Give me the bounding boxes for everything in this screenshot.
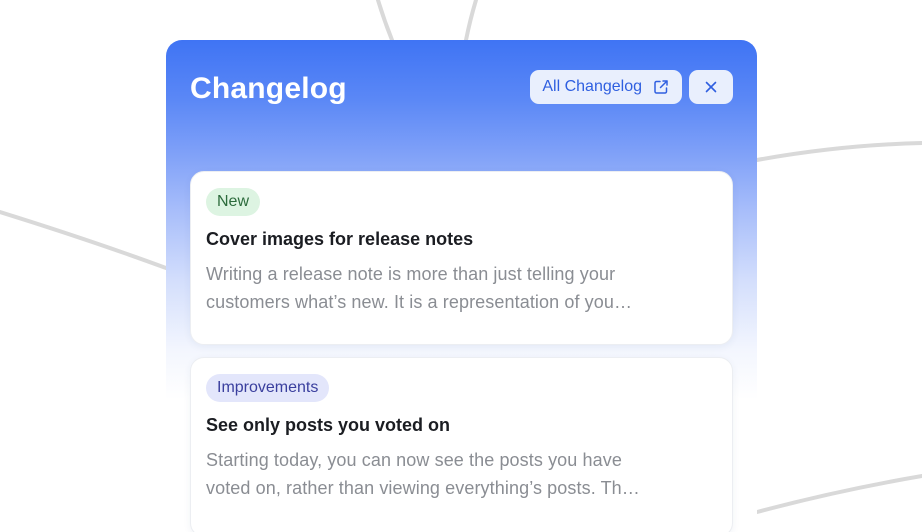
entry-description: Starting today, you can now see the post… bbox=[206, 446, 716, 502]
changelog-entry[interactable]: Improvements See only posts you voted on… bbox=[190, 357, 733, 532]
external-link-icon bbox=[652, 78, 670, 96]
all-changelog-button[interactable]: All Changelog bbox=[530, 70, 682, 104]
header-actions: All Changelog bbox=[530, 70, 733, 104]
entry-title: See only posts you voted on bbox=[206, 415, 451, 435]
panel-header: Changelog All Changelog bbox=[166, 40, 757, 140]
entry-description-line: Starting today, you can now see the post… bbox=[206, 450, 622, 470]
status-badge: Improvements bbox=[206, 374, 330, 402]
entry-description: Writing a release note is more than just… bbox=[206, 260, 716, 316]
close-icon bbox=[703, 79, 719, 95]
status-badge: New bbox=[206, 188, 261, 216]
panel-title: Changelog bbox=[190, 72, 347, 105]
close-button[interactable] bbox=[689, 70, 733, 104]
entry-title: Cover images for release notes bbox=[206, 229, 474, 249]
changelog-panel: Changelog All Changelog New Cover images… bbox=[166, 40, 757, 532]
entry-description-line: customers what’s new. It is a representa… bbox=[206, 292, 633, 312]
all-changelog-label: All Changelog bbox=[542, 78, 642, 95]
changelog-entry[interactable]: New Cover images for release notes Writi… bbox=[190, 171, 733, 345]
entry-description-line: voted on, rather than viewing everything… bbox=[206, 478, 640, 498]
entry-description-line: Writing a release note is more than just… bbox=[206, 264, 616, 284]
